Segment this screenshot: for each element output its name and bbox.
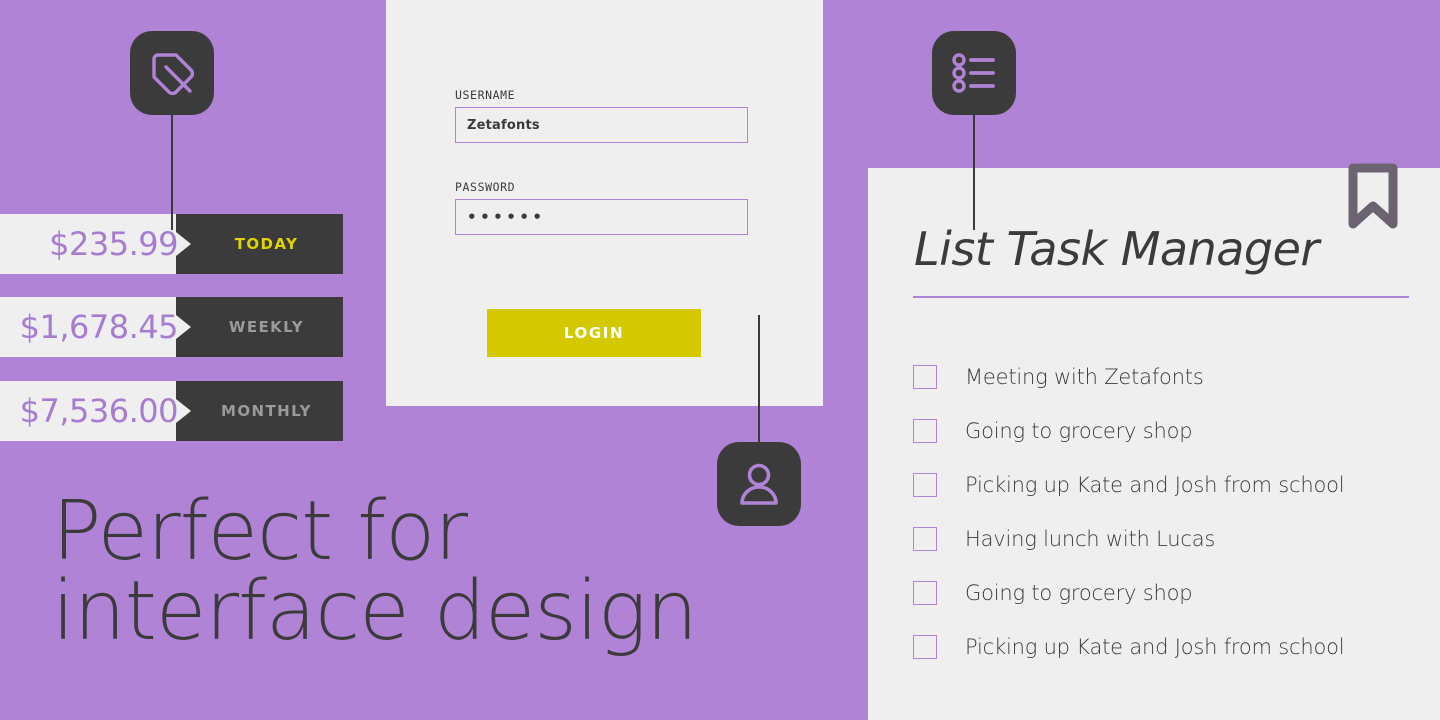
- password-value: ••••••: [467, 208, 546, 226]
- task-checkbox[interactable]: [913, 527, 937, 551]
- list-item[interactable]: Having lunch with Lucas: [913, 512, 1423, 566]
- price-tag-badge[interactable]: [130, 31, 214, 115]
- username-value: Zetafonts: [467, 117, 540, 133]
- task-label: Going to grocery shop: [965, 581, 1193, 605]
- stat-amount: $1,678.45: [19, 308, 179, 346]
- login-button[interactable]: LOGIN: [487, 309, 701, 357]
- task-label: Picking up Kate and Josh from school: [965, 473, 1345, 497]
- headline-line-2: interface design: [52, 564, 698, 660]
- stat-row-monthly[interactable]: $7,536.00 MONTHLY: [0, 381, 343, 441]
- password-label: PASSWORD: [455, 180, 516, 194]
- task-checkbox[interactable]: [913, 473, 937, 497]
- connector-line-list: [973, 115, 975, 230]
- stat-label: WEEKLY: [228, 318, 305, 336]
- bulleted-list-icon: [952, 53, 995, 93]
- headline-line-1: Perfect for: [52, 484, 468, 579]
- task-title-divider: [913, 296, 1409, 298]
- list-item[interactable]: Going to grocery shop: [913, 404, 1423, 458]
- price-tag-icon: [152, 53, 195, 96]
- headline: Perfect for interface design: [52, 484, 772, 660]
- stat-amount: $235.99: [49, 225, 178, 263]
- stat-amount-cell: $1,678.45: [0, 297, 196, 357]
- password-input[interactable]: ••••••: [455, 199, 748, 235]
- stat-label: TODAY: [234, 235, 299, 253]
- connector-line-tag: [171, 115, 173, 230]
- stat-label: MONTHLY: [221, 402, 312, 420]
- task-panel-title: List Task Manager: [914, 222, 1319, 276]
- user-avatar-icon: [740, 463, 778, 505]
- task-manager-panel: List Task Manager Meeting with Zetafonts…: [868, 168, 1440, 720]
- list-item[interactable]: Picking up Kate and Josh from school: [913, 620, 1423, 674]
- username-label: USERNAME: [455, 88, 516, 102]
- username-field-group: USERNAME Zetafonts: [455, 88, 748, 143]
- task-label: Picking up Kate and Josh from school: [965, 635, 1345, 659]
- task-checkbox[interactable]: [913, 419, 937, 443]
- connector-line-user: [758, 315, 760, 445]
- stat-amount-cell: $235.99: [0, 214, 196, 274]
- username-input[interactable]: Zetafonts: [455, 107, 748, 143]
- list-item[interactable]: Picking up Kate and Josh from school: [913, 458, 1423, 512]
- task-label: Going to grocery shop: [965, 419, 1193, 443]
- task-checkbox[interactable]: [913, 581, 937, 605]
- task-label: Having lunch with Lucas: [965, 527, 1216, 551]
- poster-canvas: USERNAME Zetafonts PASSWORD •••••• LOGIN…: [0, 0, 1440, 720]
- password-field-group: PASSWORD ••••••: [455, 180, 748, 235]
- user-badge[interactable]: [717, 442, 801, 526]
- stat-row-weekly[interactable]: $1,678.45 WEEKLY: [0, 297, 343, 357]
- stat-amount-cell: $7,536.00: [0, 381, 196, 441]
- list-badge[interactable]: [932, 31, 1016, 115]
- bookmark-icon[interactable]: [1347, 162, 1399, 230]
- stat-label-cell: MONTHLY: [176, 381, 343, 441]
- task-list: Meeting with Zetafonts Going to grocery …: [913, 350, 1423, 674]
- stat-amount: $7,536.00: [19, 392, 179, 430]
- task-checkbox[interactable]: [913, 365, 937, 389]
- task-label: Meeting with Zetafonts: [965, 365, 1204, 389]
- stat-label-cell: TODAY: [176, 214, 343, 274]
- task-checkbox[interactable]: [913, 635, 937, 659]
- list-item[interactable]: Meeting with Zetafonts: [913, 350, 1423, 404]
- list-item[interactable]: Going to grocery shop: [913, 566, 1423, 620]
- stat-label-cell: WEEKLY: [176, 297, 343, 357]
